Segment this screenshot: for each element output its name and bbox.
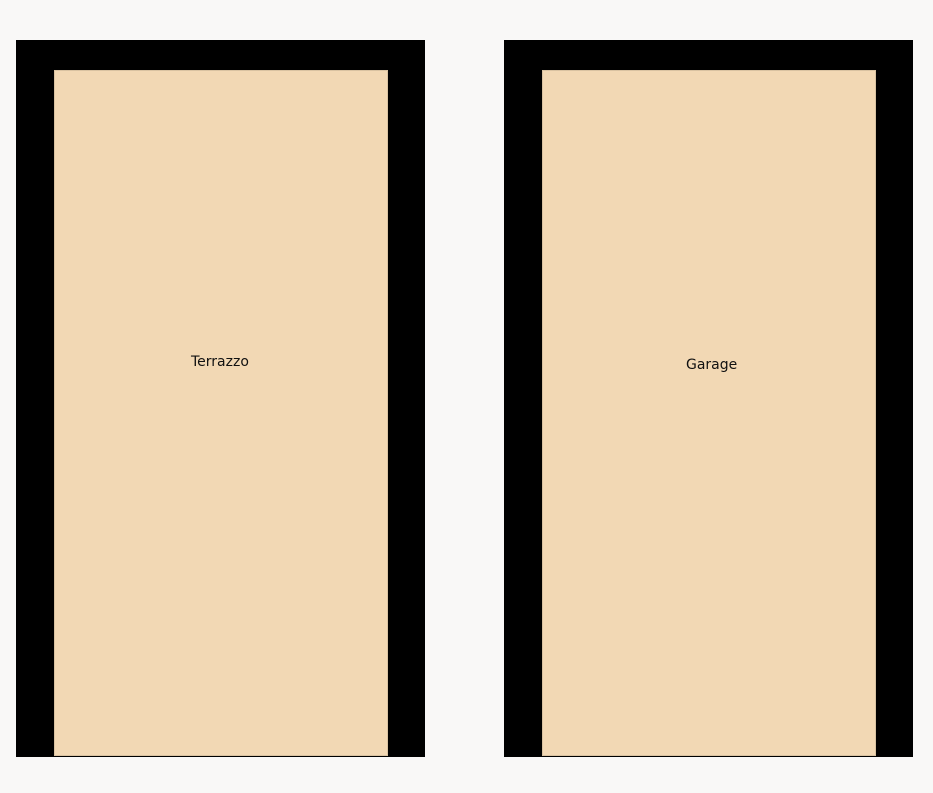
room-label-terrazzo: Terrazzo — [191, 354, 249, 370]
garage-floor: Garage — [542, 70, 876, 756]
room-label-garage: Garage — [686, 357, 738, 373]
room-terrazzo: Terrazzo — [16, 40, 425, 757]
terrazzo-floor: Terrazzo — [54, 70, 388, 756]
room-garage: Garage — [504, 40, 913, 757]
